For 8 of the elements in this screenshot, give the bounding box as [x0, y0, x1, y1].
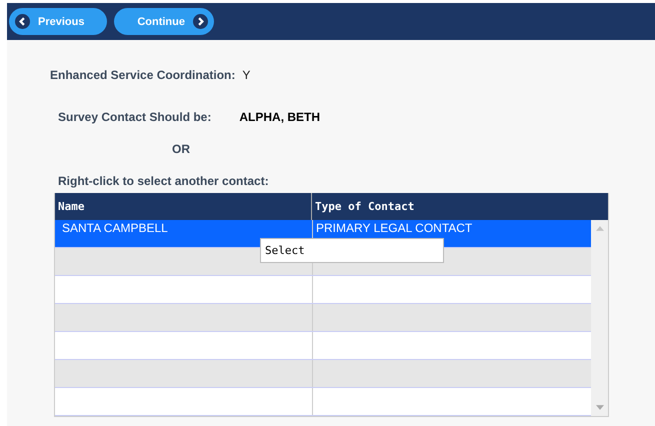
or-text: OR — [171, 141, 191, 156]
field-value: Y — [242, 68, 250, 82]
table-cell: SANTA CAMPBELL — [62, 221, 168, 235]
table-cell: PRIMARY LEGAL CONTACT — [316, 221, 472, 235]
instruction-text: Right-click to select another contact: — [57, 173, 270, 188]
field-label: Survey Contact Should be: — [58, 110, 212, 124]
field-label: Enhanced Service Coordination: — [50, 68, 236, 82]
field-value: ALPHA, BETH — [239, 110, 320, 124]
